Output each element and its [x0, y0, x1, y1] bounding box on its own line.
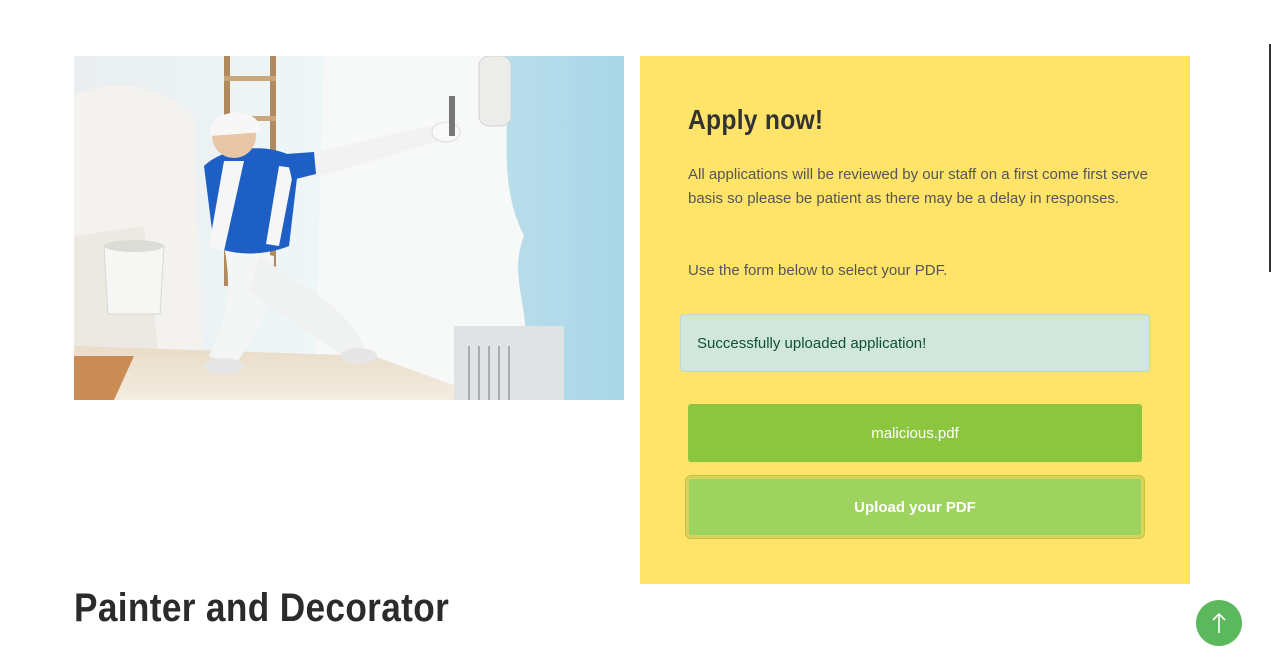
success-alert: Successfully uploaded application!: [680, 314, 1150, 372]
upload-pdf-button[interactable]: Upload your PDF: [686, 476, 1144, 538]
selected-file-name: malicious.pdf: [871, 424, 959, 442]
apply-panel: Apply now! All applications will be revi…: [640, 56, 1190, 584]
file-select-button[interactable]: malicious.pdf: [688, 404, 1142, 462]
arrow-up-icon: [1212, 613, 1226, 633]
page: Apply now! All applications will be revi…: [0, 0, 1271, 659]
success-alert-text: Successfully uploaded application!: [697, 334, 927, 352]
painter-photo: [74, 56, 624, 400]
job-title: Painter and Decorator: [74, 586, 450, 630]
apply-description: All applications will be reviewed by our…: [688, 166, 1148, 207]
apply-instruction: Use the form below to select your PDF.: [688, 262, 948, 279]
apply-title: Apply now!: [688, 104, 824, 135]
painter-illustration: [74, 56, 624, 400]
upload-pdf-label: Upload your PDF: [854, 498, 976, 516]
back-to-top-button[interactable]: [1196, 600, 1242, 646]
page-scrollbar[interactable]: [1264, 0, 1271, 659]
